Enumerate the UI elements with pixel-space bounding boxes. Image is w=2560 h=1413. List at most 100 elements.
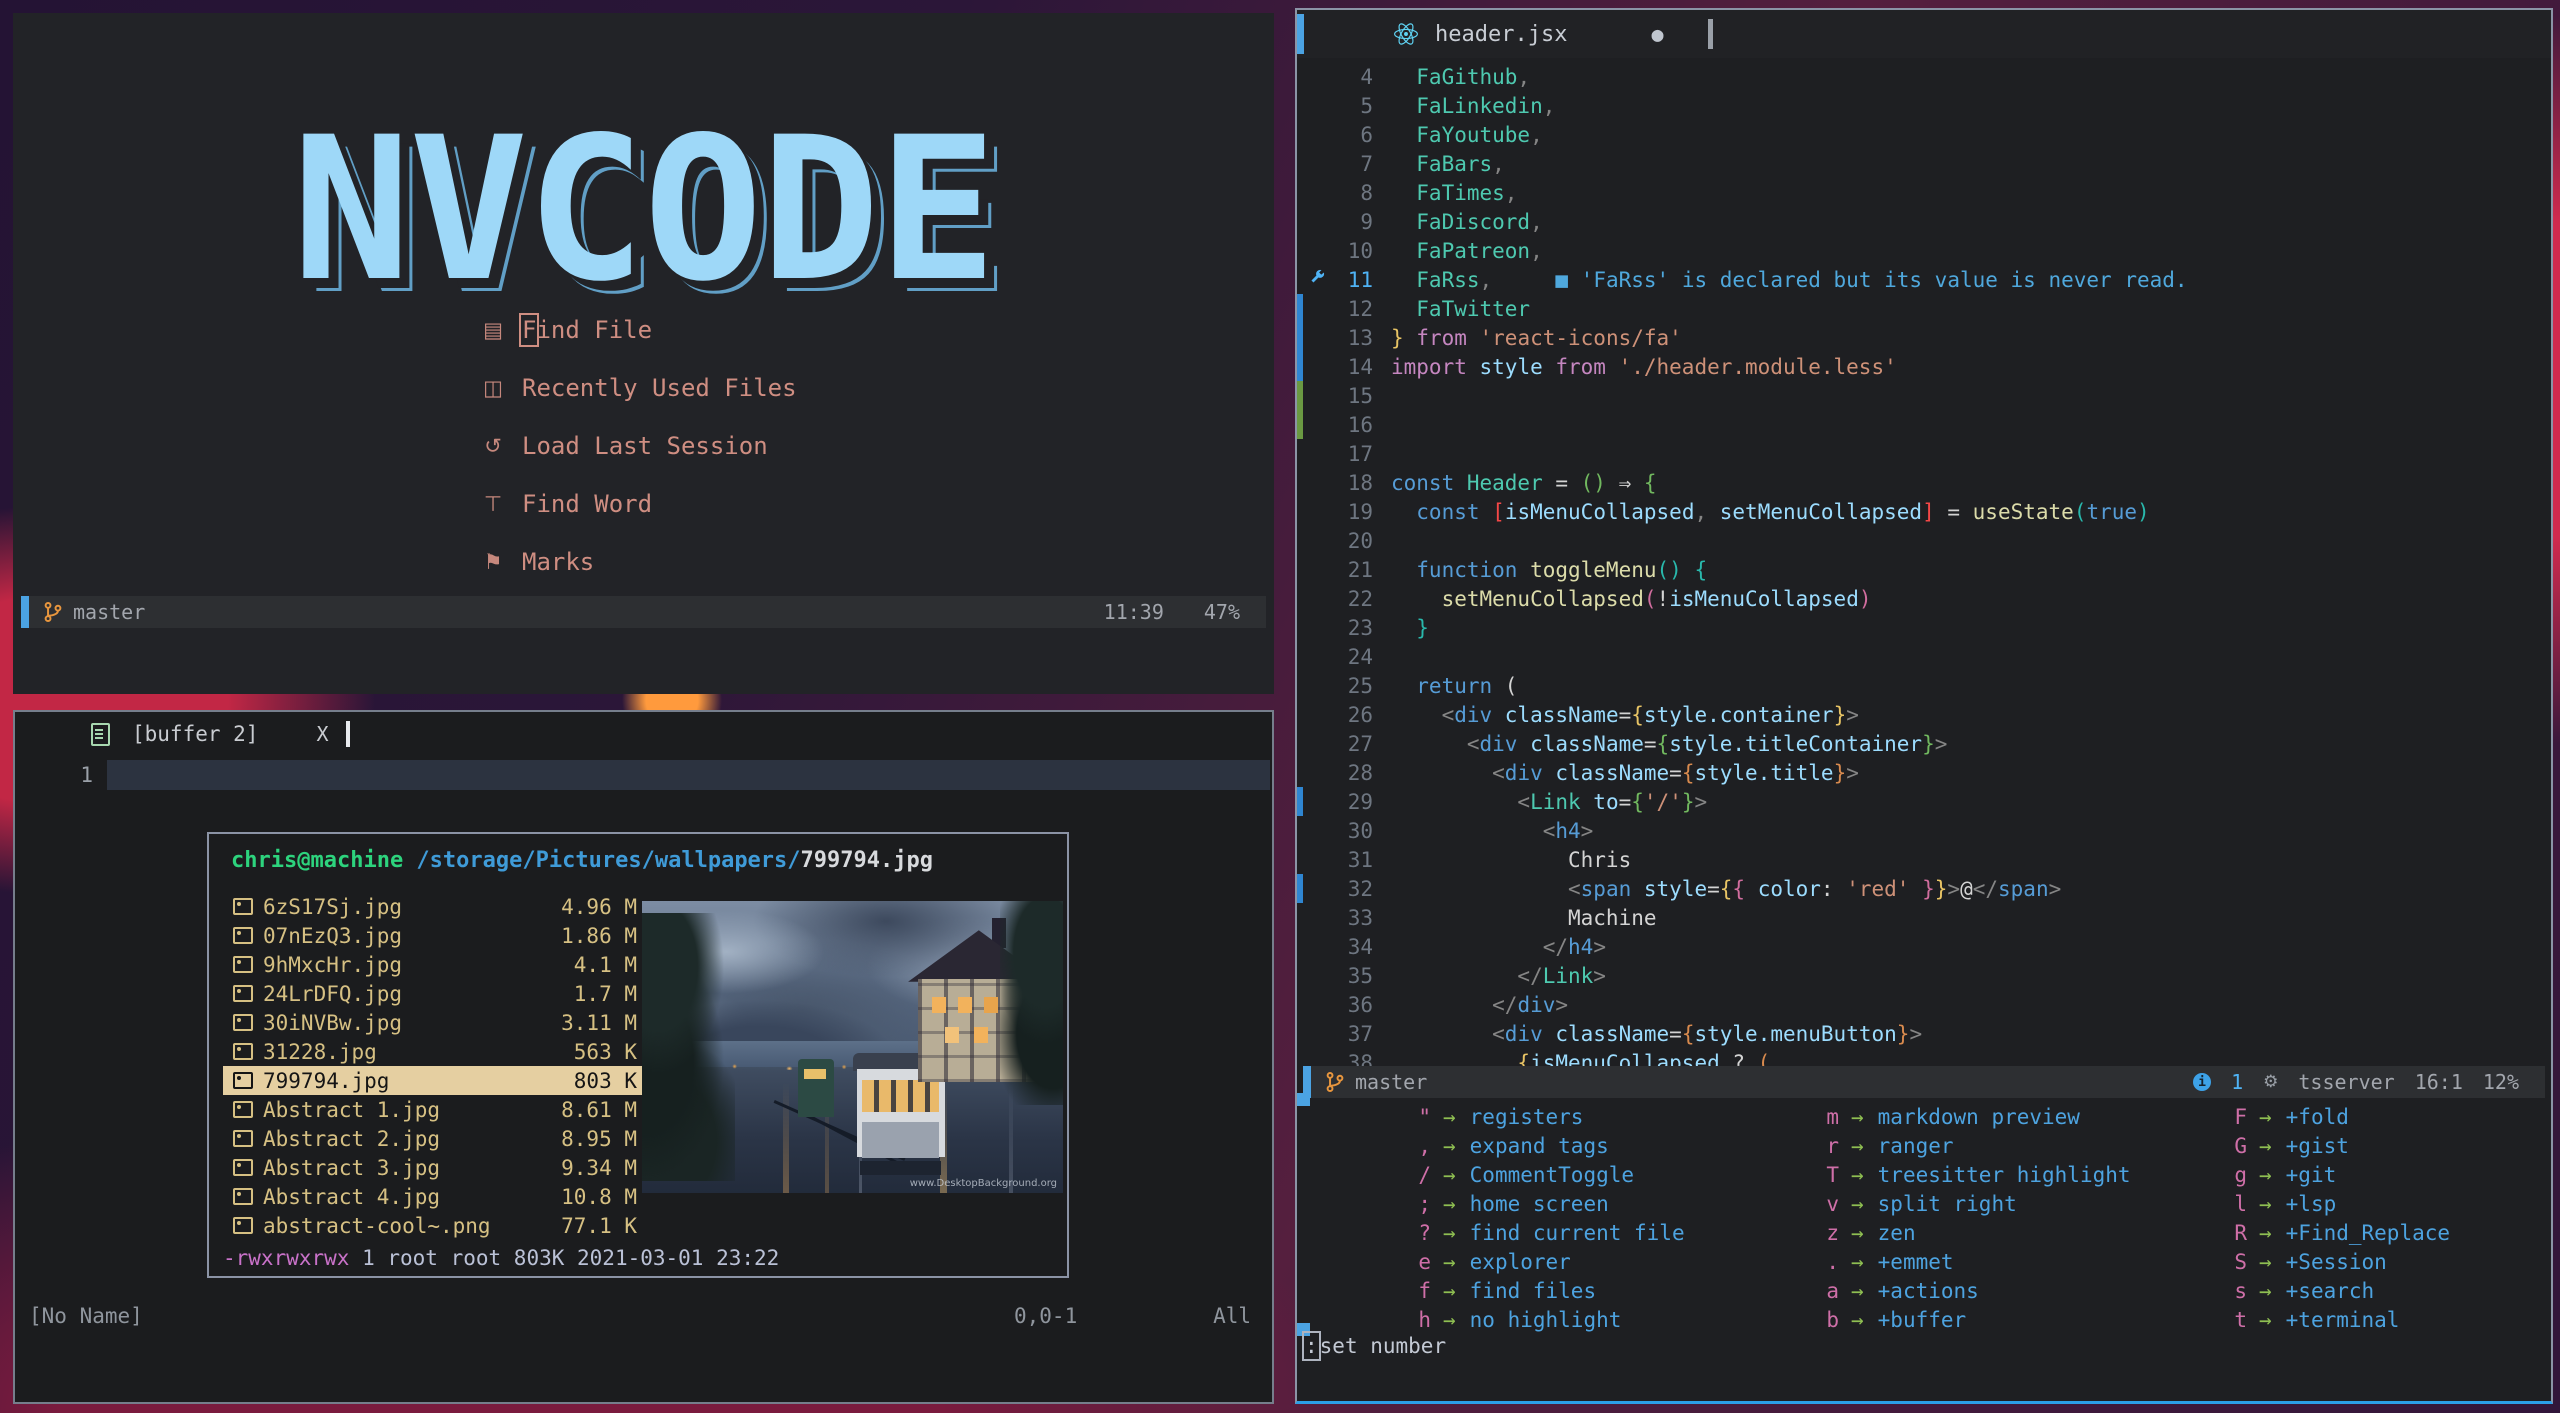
code-line[interactable]: 17 [1297,439,2551,468]
file-size: 77.1 K [561,1213,637,1238]
code-line[interactable]: 6 FaYoutube, [1297,120,2551,149]
binding-description: registers [1469,1104,1584,1129]
binding-key: ? [1418,1220,1431,1245]
code-line[interactable]: 13} from 'react-icons/fa' [1297,323,2551,352]
code-line[interactable]: 31 Chris [1297,845,2551,874]
code-line[interactable]: 36 </div> [1297,990,2551,1019]
binding-description: +gist [2285,1133,2349,1158]
git-gutter-mark [1297,381,1303,410]
gutter [1297,816,1303,845]
code-line[interactable]: 29 <Link to={'/'}> [1297,787,2551,816]
file-row[interactable]: 31228.jpg 563 K [223,1037,643,1066]
file-row[interactable]: Abstract 1.jpg 8.61 M [223,1095,643,1124]
file-name: Abstract 2.jpg [263,1126,441,1151]
whichkey-binding: e → explorer [1409,1247,1685,1276]
line-number: 26 [1347,702,1373,727]
arrow-icon: → [1443,1133,1456,1158]
file-size: 4.96 M [561,894,637,919]
menu-item-find-file[interactable]: ▤ Find File [480,301,797,359]
code-line[interactable]: 37 <div className={style.menuButton}> [1297,1019,2551,1048]
code-line[interactable]: 33 Machine [1297,903,2551,932]
code-line[interactable]: 10 FaPatreon, [1297,236,2551,265]
binding-description: +actions [1877,1278,1979,1303]
image-file-icon [233,956,253,973]
code-line[interactable]: 23 } [1297,613,2551,642]
code-line[interactable]: 21 function toggleMenu() { [1297,555,2551,584]
code-line[interactable]: 15 [1297,381,2551,410]
code-line[interactable]: 8 FaTimes, [1297,178,2551,207]
code-text: <div className={style.titleContainer}> [1391,731,1948,756]
file-row[interactable]: 07nEzQ3.jpg 1.86 M [223,921,643,950]
code-line[interactable]: 28 <div className={style.title}> [1297,758,2551,787]
close-icon[interactable]: X [316,722,328,746]
line-number: 22 [1347,586,1373,611]
whichkey-binding: F → +fold [2225,1102,2450,1131]
whichkey-binding: g → +git [2225,1160,2450,1189]
command-line[interactable]: : set number [1302,1331,1446,1361]
code-line[interactable]: 35 </Link> [1297,961,2551,990]
whichkey-popup: " → registers, → expand tags / → CommentToggle;… [1297,1093,2551,1336]
nvcode-logo: NVCODE [291,94,997,325]
code-line[interactable]: 7 FaBars, [1297,149,2551,178]
buffer-line-1[interactable]: 1 [15,760,1272,790]
code-line[interactable]: 25 return ( [1297,671,2551,700]
code-line[interactable]: 34 </h4> [1297,932,2551,961]
binding-description: find files [1469,1278,1597,1303]
file-row[interactable]: 6zS17Sj.jpg 4.96 M [223,892,643,921]
code-line[interactable]: 24 [1297,642,2551,671]
file-row[interactable]: 30iNVBw.jpg 3.11 M [223,1008,643,1037]
arrow-icon: → [1443,1278,1456,1303]
modified-dot-icon: ● [1651,22,1664,46]
file-row[interactable]: 9hMxcHr.jpg 4.1 M [223,950,643,979]
code-line[interactable]: 26 <div className={style.container}> [1297,700,2551,729]
code-text: function toggleMenu() { [1391,557,1708,582]
code-line[interactable]: 20 [1297,526,2551,555]
file-size: 8.61 M [561,1097,637,1122]
whichkey-binding: ? → find current file [1409,1218,1684,1247]
file-row[interactable]: 799794.jpg 803 K [223,1066,643,1095]
code-line[interactable]: 22 setMenuCollapsed(!isMenuCollapsed) [1297,584,2551,613]
binding-key: " [1418,1104,1431,1129]
file-row[interactable]: Abstract 3.jpg 9.34 M [223,1153,643,1182]
code-text: FaYoutube, [1391,122,1543,147]
file-row[interactable]: Abstract 2.jpg 8.95 M [223,1124,643,1153]
file-row[interactable]: 24LrDFQ.jpg 1.7 M [223,979,643,1008]
code-line[interactable]: 4 FaGithub, [1297,62,2551,91]
gutter [1297,642,1303,671]
code-line[interactable]: 12 FaTwitter [1297,294,2551,323]
gutter [1297,62,1303,91]
code-line[interactable]: 32 <span style={{ color: 'red' }}>@</spa… [1297,874,2551,903]
code-line[interactable]: 9 FaDiscord, [1297,207,2551,236]
code-line[interactable]: 18 const Header = () ⇒ { [1297,468,2551,497]
file-name: Abstract 3.jpg [263,1155,441,1180]
code-line[interactable]: 14 import style from './header.module.les… [1297,352,2551,381]
menu-item-find-word[interactable]: ⊤ Find Word [480,475,797,533]
menu-item-recently-used-files[interactable]: ◫ Recently Used Files [480,359,796,417]
file-row[interactable]: abstract-cool~.png 77.1 K [223,1211,643,1240]
file-row[interactable]: Abstract 4.jpg 10.8 M [223,1182,643,1211]
menu-item-marks[interactable]: ⚑ Marks [480,533,797,591]
line-number: 23 [1347,615,1373,640]
editor-statusline: master i 1 ⚙ tsserver 16:1 12% [1303,1066,2545,1098]
code-line[interactable]: 5 FaLinkedin, [1297,91,2551,120]
branch-name: master [73,600,146,624]
code-area[interactable]: 4 FaGithub, 5 FaLinkedin, 6 FaYoutube, 7 Fa… [1297,62,2551,1077]
file-meta: 1 root root 803K 2021-03-01 23:22 [349,1246,780,1270]
file-name: Abstract 4.jpg [263,1184,441,1209]
whichkey-column: " → registers, → expand tags / → CommentToggle;… [1409,1102,1685,1334]
code-line[interactable]: 30 <h4> [1297,816,2551,845]
code-line[interactable]: 16 [1297,410,2551,439]
arrow-icon: → [1443,1220,1456,1245]
marks-icon: ⚑ [483,550,503,574]
file-name: 6zS17Sj.jpg [263,894,403,919]
code-line[interactable]: 19 const [isMenuCollapsed, setMenuCollap… [1297,497,2551,526]
binding-key: s [2234,1278,2247,1303]
editor-tab[interactable]: header.jsx ● [1393,10,1713,58]
line-number: 21 [1347,557,1373,582]
buffer-tab[interactable]: [buffer 2] X [15,716,351,752]
code-line[interactable]: 11 FaRss, ■ 'FaRss' is declared but its … [1297,265,2551,294]
menu-item-load-last-session[interactable]: ↺ Load Last Session [480,417,797,475]
binding-description: +buffer [1877,1307,1967,1332]
code-line[interactable]: 27 <div className={style.titleContainer}… [1297,729,2551,758]
line-number: 20 [1347,528,1373,553]
